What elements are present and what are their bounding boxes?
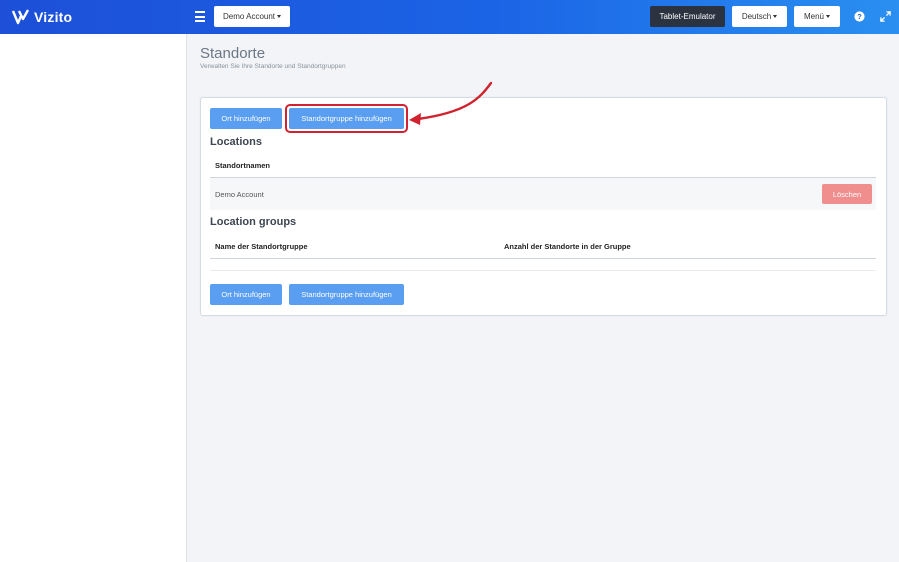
locations-title: Locations [210,136,262,148]
help-icon[interactable]: ? [853,10,866,23]
page-title: Standorte [200,45,266,62]
account-dropdown[interactable]: Demo Account [214,6,290,27]
table-divider [210,270,876,271]
location-groups-title: Location groups [210,216,297,228]
add-location-button-bottom[interactable]: Ort hinzufügen [210,284,282,305]
delete-label: Löschen [832,189,862,199]
fullscreen-icon[interactable] [879,10,892,23]
table-row: Demo Account Löschen [210,178,876,210]
add-location-label: Ort hinzufügen [221,290,271,299]
caret-down-icon [773,15,778,18]
hamburger-menu-icon[interactable] [195,11,205,23]
vizito-logo-icon [12,9,30,25]
sidebar [0,34,187,562]
page-header: Standorte Verwalten Sie Ihre Standorte u… [188,34,899,84]
add-location-group-label: Standortgruppe hinzufügen [301,290,392,299]
top-navbar: Vizito Demo Account Tablet-Emulator Deut… [0,0,899,34]
highlight-box [285,104,408,133]
column-header-group-name: Name der Standortgruppe [215,242,308,251]
add-location-button[interactable]: Ort hinzufügen [210,108,282,129]
annotation-arrow-icon [409,81,493,125]
column-header-group-count: Anzahl der Standorte in der Gruppe [504,242,631,251]
tablet-emulator-label: Tablet-Emulator [659,12,716,21]
delete-button[interactable]: Löschen [822,184,872,204]
locations-card: Ort hinzufügen Standortgruppe hinzufügen… [200,97,887,316]
location-name-cell: Demo Account [215,190,264,199]
caret-down-icon [826,15,830,18]
page-subtitle: Verwalten Sie Ihre Standorte und Standor… [200,63,346,70]
caret-down-icon [277,15,282,18]
menu-dropdown[interactable]: Menü [794,6,840,27]
account-dropdown-label: Demo Account [222,12,276,21]
brand-name: Vizito [34,9,73,25]
svg-text:?: ? [857,12,862,21]
column-header-location-name: Standortnamen [215,161,271,170]
add-location-group-button-bottom[interactable]: Standortgruppe hinzufügen [289,284,404,305]
language-dropdown[interactable]: Deutsch [732,6,787,27]
table-divider [210,258,876,259]
brand-logo[interactable]: Vizito [12,8,72,26]
add-location-label: Ort hinzufügen [221,114,271,123]
menu-dropdown-label: Menü [803,12,824,21]
tablet-emulator-button[interactable]: Tablet-Emulator [650,6,725,27]
language-dropdown-label: Deutsch [741,12,772,21]
